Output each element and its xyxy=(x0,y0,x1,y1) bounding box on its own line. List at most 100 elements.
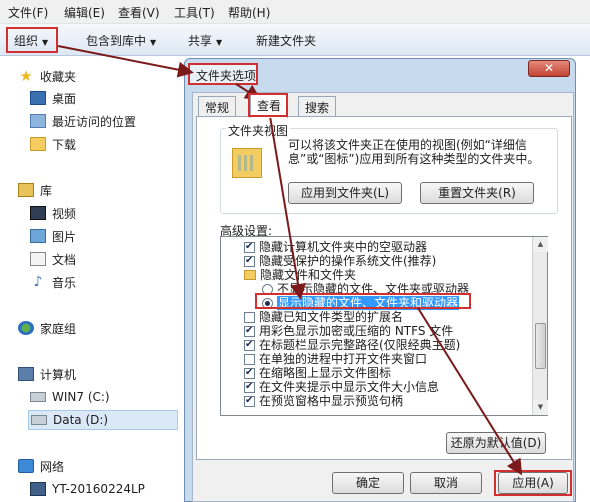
setting-hide-empty-drives[interactable]: 隐藏计算机文件夹中的空驱动器 xyxy=(244,240,427,254)
video-icon xyxy=(30,206,46,220)
nav-label: 计算机 xyxy=(40,367,77,382)
nav-libraries[interactable]: 库 xyxy=(18,180,52,200)
annotation-box-show-hidden xyxy=(255,293,471,309)
nav-label: 音乐 xyxy=(52,275,77,290)
drive-icon xyxy=(30,392,46,402)
checkbox[interactable] xyxy=(244,394,255,408)
computer-icon xyxy=(18,367,34,381)
downloads-folder-icon xyxy=(30,137,46,151)
close-icon: ✕ xyxy=(543,61,555,75)
nav-label: 下载 xyxy=(52,137,77,152)
music-icon: ♪ xyxy=(33,274,43,290)
apply-to-folders-button[interactable]: 应用到文件夹(L) xyxy=(288,182,402,204)
nav-desktop[interactable]: 桌面 xyxy=(30,88,76,108)
nav-label: Data (D:) xyxy=(53,413,109,427)
setting-label: 在缩略图上显示文件图标 xyxy=(259,366,392,380)
nav-label: 桌面 xyxy=(52,91,77,106)
nav-label: 网络 xyxy=(40,459,65,474)
tab-general[interactable]: 常规 xyxy=(198,96,237,116)
dialog-title-bar: 文件夹选项 xyxy=(188,63,258,85)
nav-label: 文档 xyxy=(52,252,77,267)
setting-preview-handlers[interactable]: 在预览窗格中显示预览句柄 xyxy=(244,394,403,408)
setting-hidden-files-folder: 隐藏文件和文件夹 xyxy=(244,268,356,282)
restore-defaults-button[interactable]: 还原为默认值(D) xyxy=(446,432,546,454)
menu-file[interactable]: 文件(F) xyxy=(8,4,48,21)
star-icon: ★ xyxy=(19,67,33,85)
network-icon xyxy=(18,459,34,473)
setting-label: 隐藏计算机文件夹中的空驱动器 xyxy=(259,240,428,254)
annotation-box-view-tab xyxy=(248,93,288,117)
setting-color-ntfs[interactable]: 用彩色显示加密或压缩的 NTFS 文件 xyxy=(244,324,453,338)
checkbox[interactable] xyxy=(244,338,255,352)
setting-label: 隐藏已知文件类型的扩展名 xyxy=(259,310,404,324)
document-icon xyxy=(30,252,46,266)
menu-tools[interactable]: 工具(T) xyxy=(174,4,215,21)
setting-separate-process[interactable]: 在单独的进程中打开文件夹窗口 xyxy=(244,352,427,366)
nav-label: 图片 xyxy=(52,229,77,244)
nav-pictures[interactable]: 图片 xyxy=(30,226,76,246)
nav-network[interactable]: 网络 xyxy=(18,456,64,476)
dialog-title: 文件夹选项 xyxy=(196,69,257,83)
annotation-box-apply xyxy=(494,470,572,496)
advanced-settings-scrollbar[interactable]: ▲ ▼ xyxy=(532,237,548,415)
menu-view[interactable]: 查看(V) xyxy=(118,4,160,21)
nav-network-host[interactable]: YT-20160224LP xyxy=(30,479,145,499)
menu-edit[interactable]: 编辑(E) xyxy=(64,4,105,21)
ok-button[interactable]: 确定 xyxy=(332,472,404,494)
nav-music[interactable]: ♪ 音乐 xyxy=(30,272,76,292)
nav-favorites[interactable]: ★ 收藏夹 xyxy=(18,66,76,86)
chevron-down-icon: ▼ xyxy=(216,38,223,47)
nav-drive-d[interactable]: Data (D:) xyxy=(28,410,178,430)
cancel-button[interactable]: 取消 xyxy=(410,472,482,494)
nav-computer[interactable]: 计算机 xyxy=(18,364,76,384)
nav-label: 库 xyxy=(40,183,53,198)
nav-documents[interactable]: 文档 xyxy=(30,249,76,269)
checkbox[interactable] xyxy=(244,324,255,338)
nav-label: 视频 xyxy=(52,206,77,221)
nav-label: YT-20160224LP xyxy=(52,482,145,496)
folder-icon xyxy=(244,270,256,280)
setting-hide-extensions[interactable]: 隐藏已知文件类型的扩展名 xyxy=(244,310,403,324)
library-icon xyxy=(18,183,34,197)
homegroup-icon xyxy=(18,321,34,335)
recent-places-icon xyxy=(30,114,46,128)
nav-label: 收藏夹 xyxy=(40,69,77,84)
setting-size-in-tips[interactable]: 在文件夹提示中显示文件大小信息 xyxy=(244,380,439,394)
close-button[interactable]: ✕ xyxy=(528,60,570,77)
setting-label: 隐藏受保护的操作系统文件(推荐) xyxy=(259,254,437,268)
setting-thumbnail-icons[interactable]: 在缩略图上显示文件图标 xyxy=(244,366,391,380)
nav-label: 最近访问的位置 xyxy=(52,114,137,129)
setting-label: 在单独的进程中打开文件夹窗口 xyxy=(259,352,428,366)
nav-label: WIN7 (C:) xyxy=(52,390,110,404)
network-computer-icon xyxy=(30,482,46,496)
nav-recent[interactable]: 最近访问的位置 xyxy=(30,111,136,131)
nav-downloads[interactable]: 下载 xyxy=(30,134,76,154)
checkbox[interactable] xyxy=(244,311,255,323)
nav-label: 家庭组 xyxy=(40,321,77,336)
nav-drive-c[interactable]: WIN7 (C:) xyxy=(30,387,110,407)
checkbox[interactable] xyxy=(244,254,255,268)
scroll-up-arrow-icon[interactable]: ▲ xyxy=(533,237,548,252)
tab-search[interactable]: 搜索 xyxy=(298,96,337,116)
desktop-icon xyxy=(30,91,46,105)
menu-help[interactable]: 帮助(H) xyxy=(228,4,270,21)
folder-view-icon xyxy=(232,148,262,178)
include-in-library-button[interactable]: 包含到库中 ▼ xyxy=(86,32,156,49)
scroll-thumb[interactable] xyxy=(535,323,546,369)
checkbox[interactable] xyxy=(244,353,255,365)
checkbox[interactable] xyxy=(244,240,255,254)
nav-videos[interactable]: 视频 xyxy=(30,203,76,223)
share-button[interactable]: 共享 ▼ xyxy=(188,32,222,49)
setting-label: 在文件夹提示中显示文件大小信息 xyxy=(259,380,440,394)
share-label: 共享 xyxy=(188,34,213,48)
scroll-down-arrow-icon[interactable]: ▼ xyxy=(533,400,548,415)
setting-full-path-title[interactable]: 在标题栏显示完整路径(仅限经典主题) xyxy=(244,338,460,352)
setting-hide-protected-os-files[interactable]: 隐藏受保护的操作系统文件(推荐) xyxy=(244,254,436,268)
picture-icon xyxy=(30,229,46,243)
reset-folders-button[interactable]: 重置文件夹(R) xyxy=(420,182,534,204)
folder-views-label: 文件夹视图 xyxy=(226,122,291,139)
checkbox[interactable] xyxy=(244,380,255,394)
nav-homegroup[interactable]: 家庭组 xyxy=(18,318,76,338)
new-folder-button[interactable]: 新建文件夹 xyxy=(256,32,316,49)
checkbox[interactable] xyxy=(244,366,255,380)
